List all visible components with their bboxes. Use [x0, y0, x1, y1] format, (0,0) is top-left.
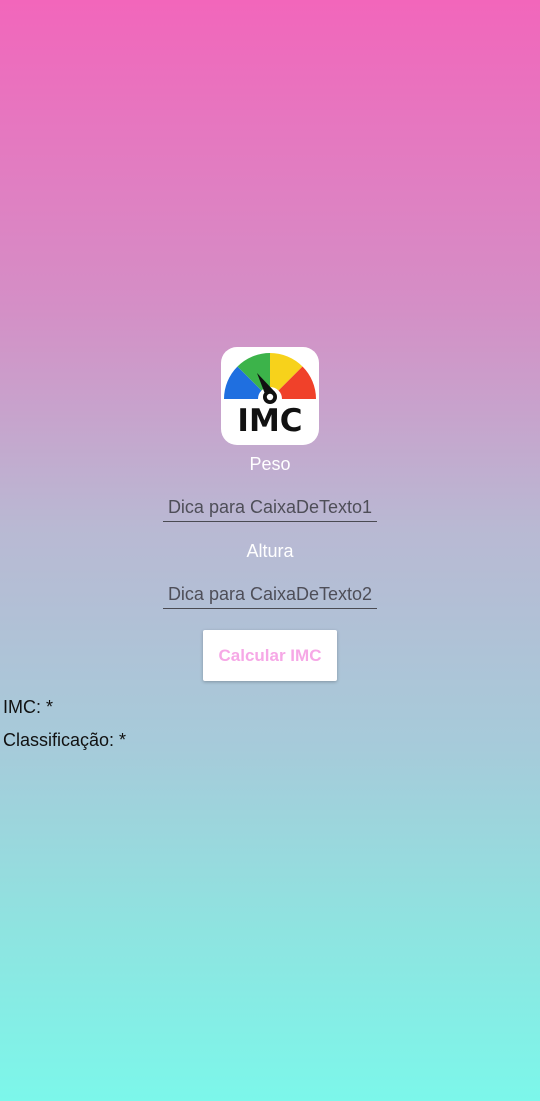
classification-result: Classificação: * — [3, 730, 127, 750]
weight-input[interactable] — [163, 493, 377, 522]
height-label: Altura — [246, 541, 294, 561]
height-input[interactable] — [163, 580, 377, 609]
calculate-imc-button[interactable]: Calcular IMC — [203, 630, 337, 681]
logo-text: IMC — [237, 403, 303, 439]
weight-label: Peso — [249, 454, 291, 474]
app-logo: IMC — [221, 347, 319, 445]
imc-result: IMC: * — [3, 697, 54, 717]
